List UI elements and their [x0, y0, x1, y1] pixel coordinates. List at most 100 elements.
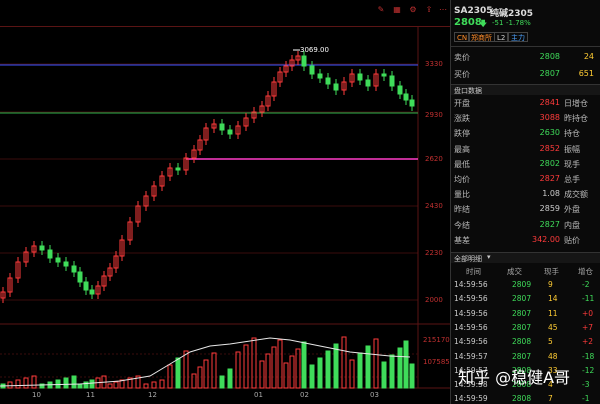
volume-bar	[7, 381, 13, 389]
date-label: 01	[254, 391, 263, 399]
volume-bar	[31, 375, 37, 389]
stat-label: 今结	[454, 220, 470, 230]
volume-bar	[143, 383, 149, 389]
stat-label-2: 内盘	[564, 220, 580, 230]
volume-bar	[333, 343, 339, 389]
stat-label-2: 昨持仓	[564, 114, 588, 124]
stat-label: 最高	[454, 144, 470, 154]
trade-row: 14:59:56 2807 14 -11	[452, 294, 598, 308]
candle-down	[47, 249, 53, 259]
trades-title-bar[interactable]: 全部明细 ▾	[451, 252, 600, 263]
stat-value: 3088	[539, 113, 560, 123]
trade-volume: 5	[548, 337, 553, 347]
price-change: -51	[492, 19, 504, 27]
volume-bar	[55, 379, 61, 389]
volume-bar	[243, 344, 249, 389]
stat-value: 2630	[539, 128, 560, 138]
trade-price: 2807	[512, 308, 532, 318]
candle-down	[381, 73, 387, 77]
trade-volume: 45	[548, 322, 558, 332]
candle-down	[89, 289, 95, 295]
price-change-pct: -1.78%	[506, 19, 531, 27]
stat-row: 最低 2802 现手	[452, 159, 598, 174]
candlestick-chart[interactable]	[0, 0, 450, 404]
trade-oi-delta: +7	[582, 322, 594, 332]
candle-down	[55, 257, 61, 263]
trade-time: 14:59:56	[454, 308, 488, 318]
kline-chart-panel[interactable]: ✎ ▦ ⚙ ⇪ ⋯ 3330 2930 2620 2430 2230 2000 …	[0, 0, 450, 404]
level2-tag[interactable]: L2	[494, 32, 509, 42]
volume-bar	[203, 359, 209, 389]
volume-bar	[83, 381, 89, 389]
trade-oi-delta: +2	[582, 337, 594, 347]
candle-down	[309, 65, 315, 75]
trade-volume: 9	[548, 280, 553, 289]
candle-down	[389, 75, 395, 87]
stat-label: 开盘	[454, 99, 470, 108]
volume-bar	[325, 350, 331, 389]
date-label: 10	[32, 391, 41, 399]
volume-bar	[341, 336, 347, 389]
volume-bar	[295, 348, 301, 389]
stat-row: 最高 2852 振幅	[452, 144, 598, 159]
trade-volume: 48	[548, 351, 558, 361]
volume-bar	[159, 379, 165, 389]
volume-bar	[259, 360, 265, 389]
price-tick-label: 2000	[425, 296, 443, 304]
candle-down	[403, 93, 409, 101]
volume-tick-label: 107585	[423, 358, 450, 366]
stat-row: 均价 2827 总手	[452, 174, 598, 189]
volume-bar	[389, 354, 395, 389]
stat-row: 跌停 2630 持仓	[452, 128, 598, 143]
trade-volume: 7	[548, 394, 553, 404]
trade-time: 14:59:59	[454, 394, 488, 404]
col-time: 时间	[466, 267, 481, 276]
stat-label: 跌停	[454, 129, 470, 139]
stat-row: 昨结 2859 外盘	[452, 204, 598, 219]
stat-row: 开盘 2841 日增仓	[452, 98, 598, 113]
bid-label: 买价	[454, 70, 470, 79]
volume-bar	[151, 381, 157, 389]
volume-bar	[77, 383, 83, 389]
candle-down	[71, 265, 77, 273]
stat-value: 342.00	[532, 234, 560, 244]
trade-row: 14:59:56 2807 45 +7	[452, 323, 598, 337]
volume-bar	[349, 359, 355, 389]
volume-bar	[381, 361, 387, 389]
trade-volume: 14	[548, 294, 558, 304]
stat-label-2: 持仓	[564, 129, 580, 139]
stat-label-2: 贴价	[564, 235, 580, 245]
stat-value: 1.08	[542, 189, 560, 199]
trade-oi-delta: -3	[582, 380, 590, 390]
candle-down	[227, 129, 233, 135]
ask-volume: 24	[583, 52, 594, 61]
date-label: 02	[300, 391, 309, 399]
candle-down	[397, 85, 403, 95]
trade-oi-delta: -1	[582, 394, 590, 404]
trades-header-row: 时间 成交 现手 增仓	[452, 266, 598, 280]
down-arrow-icon: 🡇	[479, 19, 488, 28]
volume-bar	[289, 355, 295, 389]
trade-oi-delta: -18	[582, 351, 595, 361]
stat-value: 2852	[539, 143, 560, 153]
stat-label-2: 日增仓	[564, 99, 588, 108]
volume-bar	[301, 341, 307, 389]
volume-bar	[191, 373, 197, 389]
candle-down	[63, 261, 69, 267]
ask-price: 2808	[539, 52, 560, 61]
dropdown-icon[interactable]: ▾	[487, 253, 491, 261]
stat-label-2: 振幅	[564, 144, 580, 154]
trade-price: 2809	[512, 280, 532, 289]
volume-bar	[211, 352, 217, 389]
ask-label: 卖价	[454, 53, 470, 62]
candle-down	[301, 55, 307, 67]
stat-label: 最低	[454, 159, 470, 169]
date-label: 12	[148, 391, 157, 399]
trade-price: 2807	[512, 351, 532, 361]
trade-volume: 11	[548, 308, 558, 318]
volume-tick-label: 215170	[423, 336, 450, 344]
panel-title-bar: 盘口数据	[451, 84, 600, 95]
exchange-tag: 郑商所	[468, 32, 495, 42]
trade-row: 14:59:59 2808 7 -1	[452, 394, 598, 404]
trade-oi-delta: +0	[582, 308, 594, 318]
